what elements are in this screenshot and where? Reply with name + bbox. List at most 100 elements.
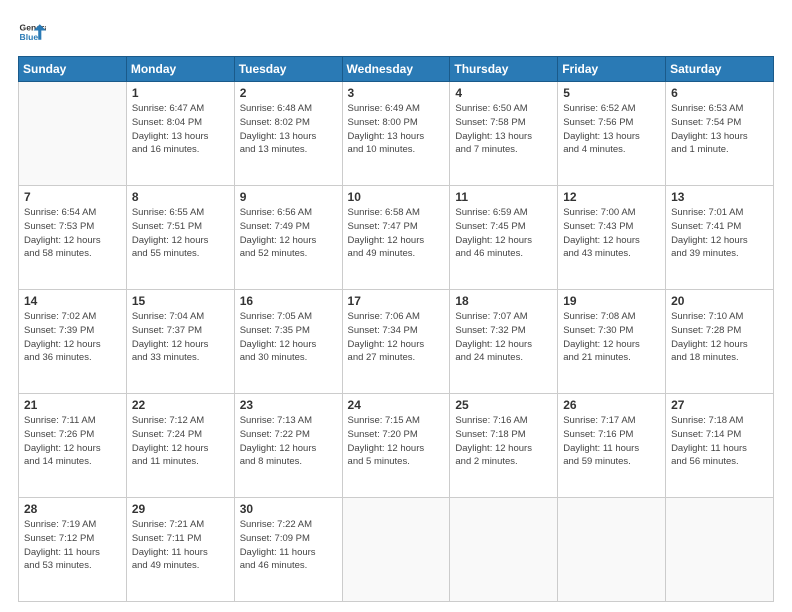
calendar-table: SundayMondayTuesdayWednesdayThursdayFrid…	[18, 56, 774, 602]
day-info: Sunrise: 6:53 AMSunset: 7:54 PMDaylight:…	[671, 102, 768, 157]
calendar-cell: 19 Sunrise: 7:08 AMSunset: 7:30 PMDayligh…	[558, 290, 666, 394]
day-info: Sunrise: 7:05 AMSunset: 7:35 PMDaylight:…	[240, 310, 337, 365]
calendar-cell: 28 Sunrise: 7:19 AMSunset: 7:12 PMDayligh…	[19, 498, 127, 602]
calendar-cell: 20 Sunrise: 7:10 AMSunset: 7:28 PMDayligh…	[666, 290, 774, 394]
day-info: Sunrise: 7:02 AMSunset: 7:39 PMDaylight:…	[24, 310, 121, 365]
day-info: Sunrise: 6:50 AMSunset: 7:58 PMDaylight:…	[455, 102, 552, 157]
svg-text:Blue: Blue	[20, 32, 39, 42]
calendar-header-friday: Friday	[558, 57, 666, 82]
day-info: Sunrise: 6:55 AMSunset: 7:51 PMDaylight:…	[132, 206, 229, 261]
day-info: Sunrise: 7:12 AMSunset: 7:24 PMDaylight:…	[132, 414, 229, 469]
calendar-header-thursday: Thursday	[450, 57, 558, 82]
calendar-week-3: 14 Sunrise: 7:02 AMSunset: 7:39 PMDayligh…	[19, 290, 774, 394]
calendar-cell: 18Sunrise: 7:07 AMSunset: 7:32 PMDayligh…	[450, 290, 558, 394]
calendar-cell: 16 Sunrise: 7:05 AMSunset: 7:35 PMDayligh…	[234, 290, 342, 394]
calendar-cell: 8 Sunrise: 6:55 AMSunset: 7:51 PMDaylight…	[126, 186, 234, 290]
day-info: Sunrise: 7:10 AMSunset: 7:28 PMDaylight:…	[671, 310, 768, 365]
header: General Blue	[18, 18, 774, 46]
day-info: Sunrise: 6:54 AMSunset: 7:53 PMDaylight:…	[24, 206, 121, 261]
calendar-cell	[450, 498, 558, 602]
day-number: 22	[132, 398, 229, 412]
day-info: Sunrise: 7:04 AMSunset: 7:37 PMDaylight:…	[132, 310, 229, 365]
day-info: Sunrise: 7:13 AMSunset: 7:22 PMDaylight:…	[240, 414, 337, 469]
day-number: 30	[240, 502, 337, 516]
day-info: Sunrise: 7:21 AMSunset: 7:11 PMDaylight:…	[132, 518, 229, 573]
calendar-cell	[558, 498, 666, 602]
day-info: Sunrise: 7:22 AMSunset: 7:09 PMDaylight:…	[240, 518, 337, 573]
calendar-cell	[19, 82, 127, 186]
calendar-cell: 30 Sunrise: 7:22 AMSunset: 7:09 PMDayligh…	[234, 498, 342, 602]
day-number: 6	[671, 86, 768, 100]
day-number: 11	[455, 190, 552, 204]
day-number: 27	[671, 398, 768, 412]
day-number: 10	[348, 190, 445, 204]
calendar-cell: 25Sunrise: 7:16 AMSunset: 7:18 PMDayligh…	[450, 394, 558, 498]
calendar-week-1: 1 Sunrise: 6:47 AMSunset: 8:04 PMDaylight…	[19, 82, 774, 186]
day-info: Sunrise: 7:19 AMSunset: 7:12 PMDaylight:…	[24, 518, 121, 573]
day-number: 16	[240, 294, 337, 308]
calendar-cell: 9 Sunrise: 6:56 AMSunset: 7:49 PMDaylight…	[234, 186, 342, 290]
day-number: 2	[240, 86, 337, 100]
day-number: 23	[240, 398, 337, 412]
day-info: Sunrise: 7:08 AMSunset: 7:30 PMDaylight:…	[563, 310, 660, 365]
day-number: 8	[132, 190, 229, 204]
day-number: 5	[563, 86, 660, 100]
day-number: 1	[132, 86, 229, 100]
day-number: 19	[563, 294, 660, 308]
calendar-cell: 15 Sunrise: 7:04 AMSunset: 7:37 PMDayligh…	[126, 290, 234, 394]
day-info: Sunrise: 7:18 AMSunset: 7:14 PMDaylight:…	[671, 414, 768, 469]
calendar-header-tuesday: Tuesday	[234, 57, 342, 82]
day-number: 26	[563, 398, 660, 412]
day-info: Sunrise: 7:17 AMSunset: 7:16 PMDaylight:…	[563, 414, 660, 469]
day-info: Sunrise: 7:06 AMSunset: 7:34 PMDaylight:…	[348, 310, 445, 365]
calendar-header-saturday: Saturday	[666, 57, 774, 82]
day-info: Sunrise: 6:52 AMSunset: 7:56 PMDaylight:…	[563, 102, 660, 157]
calendar-cell: 22 Sunrise: 7:12 AMSunset: 7:24 PMDayligh…	[126, 394, 234, 498]
calendar-cell: 1 Sunrise: 6:47 AMSunset: 8:04 PMDaylight…	[126, 82, 234, 186]
logo-icon: General Blue	[18, 18, 46, 46]
day-number: 14	[24, 294, 121, 308]
day-info: Sunrise: 6:58 AMSunset: 7:47 PMDaylight:…	[348, 206, 445, 261]
calendar-week-4: 21Sunrise: 7:11 AMSunset: 7:26 PMDayligh…	[19, 394, 774, 498]
day-number: 13	[671, 190, 768, 204]
day-number: 29	[132, 502, 229, 516]
day-info: Sunrise: 7:01 AMSunset: 7:41 PMDaylight:…	[671, 206, 768, 261]
calendar-cell: 10 Sunrise: 6:58 AMSunset: 7:47 PMDayligh…	[342, 186, 450, 290]
calendar-cell: 11 Sunrise: 6:59 AMSunset: 7:45 PMDayligh…	[450, 186, 558, 290]
calendar-cell: 21Sunrise: 7:11 AMSunset: 7:26 PMDayligh…	[19, 394, 127, 498]
day-info: Sunrise: 6:47 AMSunset: 8:04 PMDaylight:…	[132, 102, 229, 157]
day-info: Sunrise: 6:56 AMSunset: 7:49 PMDaylight:…	[240, 206, 337, 261]
calendar-cell: 7Sunrise: 6:54 AMSunset: 7:53 PMDaylight…	[19, 186, 127, 290]
calendar-cell: 5 Sunrise: 6:52 AMSunset: 7:56 PMDaylight…	[558, 82, 666, 186]
calendar-cell: 12Sunrise: 7:00 AMSunset: 7:43 PMDayligh…	[558, 186, 666, 290]
day-number: 20	[671, 294, 768, 308]
day-info: Sunrise: 7:16 AMSunset: 7:18 PMDaylight:…	[455, 414, 552, 469]
calendar-cell: 13 Sunrise: 7:01 AMSunset: 7:41 PMDayligh…	[666, 186, 774, 290]
calendar-week-2: 7Sunrise: 6:54 AMSunset: 7:53 PMDaylight…	[19, 186, 774, 290]
day-number: 9	[240, 190, 337, 204]
calendar-cell: 3 Sunrise: 6:49 AMSunset: 8:00 PMDaylight…	[342, 82, 450, 186]
calendar-header-wednesday: Wednesday	[342, 57, 450, 82]
calendar-cell: 26 Sunrise: 7:17 AMSunset: 7:16 PMDayligh…	[558, 394, 666, 498]
calendar-cell	[666, 498, 774, 602]
calendar-cell: 29 Sunrise: 7:21 AMSunset: 7:11 PMDayligh…	[126, 498, 234, 602]
day-info: Sunrise: 7:07 AMSunset: 7:32 PMDaylight:…	[455, 310, 552, 365]
day-number: 17	[348, 294, 445, 308]
calendar-cell: 4Sunrise: 6:50 AMSunset: 7:58 PMDaylight…	[450, 82, 558, 186]
day-info: Sunrise: 7:15 AMSunset: 7:20 PMDaylight:…	[348, 414, 445, 469]
day-number: 28	[24, 502, 121, 516]
day-number: 15	[132, 294, 229, 308]
calendar-header-monday: Monday	[126, 57, 234, 82]
day-info: Sunrise: 6:59 AMSunset: 7:45 PMDaylight:…	[455, 206, 552, 261]
day-info: Sunrise: 6:49 AMSunset: 8:00 PMDaylight:…	[348, 102, 445, 157]
day-number: 21	[24, 398, 121, 412]
day-info: Sunrise: 6:48 AMSunset: 8:02 PMDaylight:…	[240, 102, 337, 157]
calendar-cell: 17 Sunrise: 7:06 AMSunset: 7:34 PMDayligh…	[342, 290, 450, 394]
calendar-cell: 24Sunrise: 7:15 AMSunset: 7:20 PMDayligh…	[342, 394, 450, 498]
day-number: 3	[348, 86, 445, 100]
calendar-cell: 27 Sunrise: 7:18 AMSunset: 7:14 PMDayligh…	[666, 394, 774, 498]
calendar-cell: 14 Sunrise: 7:02 AMSunset: 7:39 PMDayligh…	[19, 290, 127, 394]
day-info: Sunrise: 7:00 AMSunset: 7:43 PMDaylight:…	[563, 206, 660, 261]
logo: General Blue	[18, 18, 46, 46]
calendar-cell: 6 Sunrise: 6:53 AMSunset: 7:54 PMDaylight…	[666, 82, 774, 186]
